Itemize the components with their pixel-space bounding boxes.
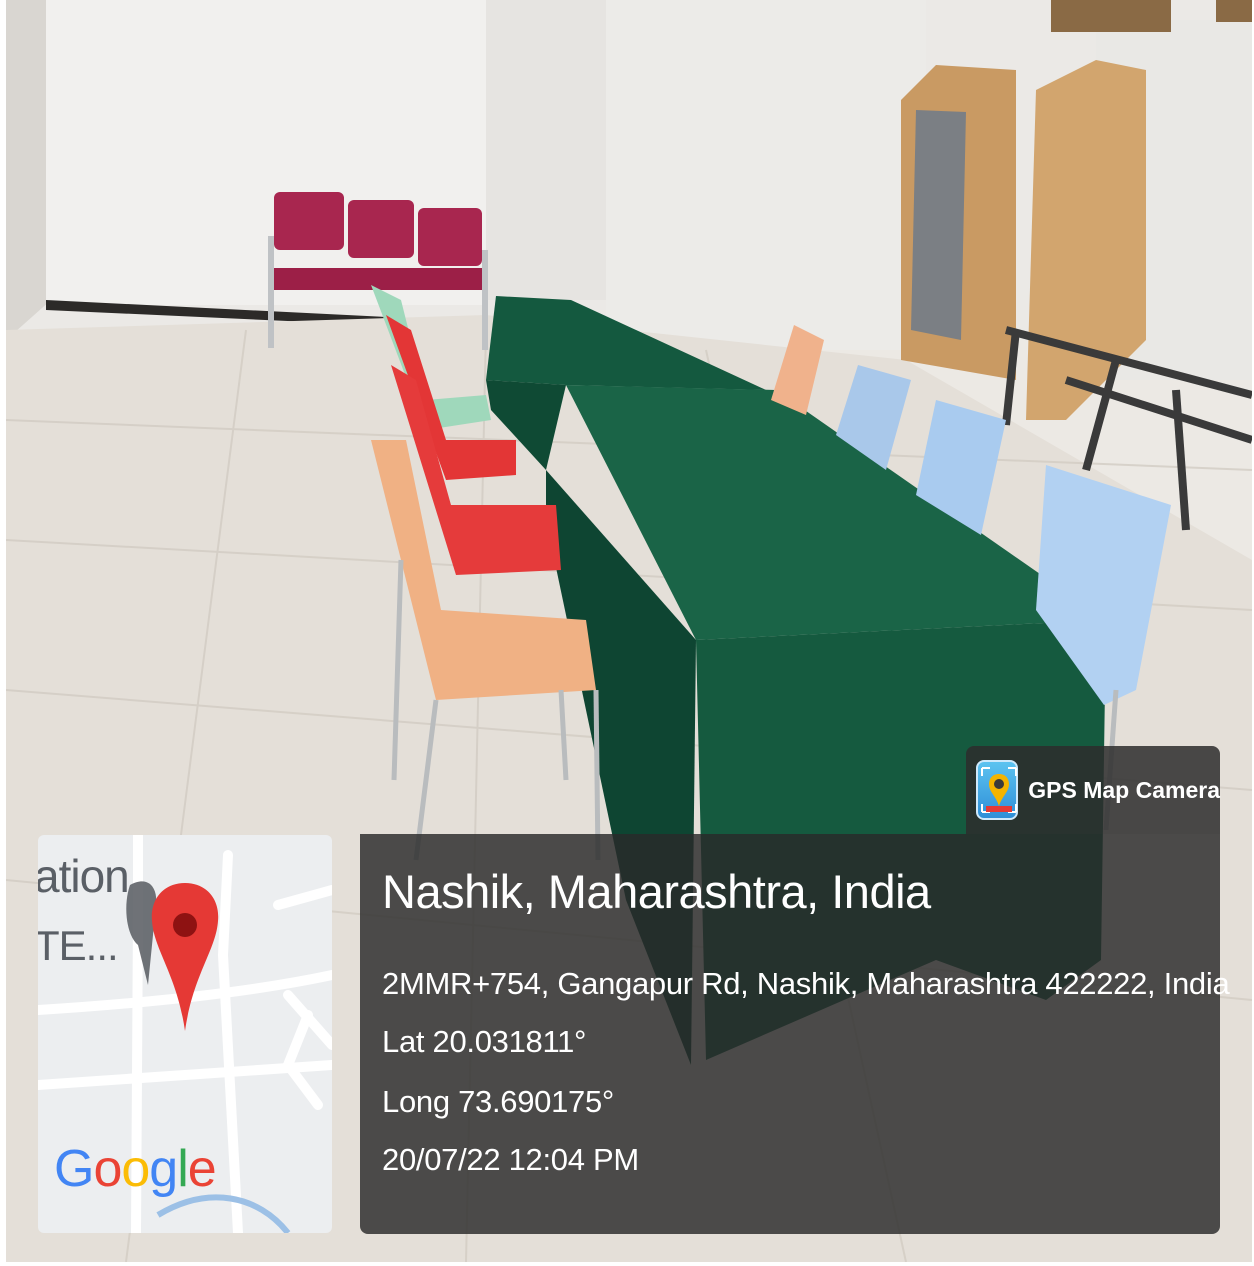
google-logo-letter: o — [121, 1140, 150, 1198]
google-logo-letter: l — [177, 1140, 189, 1198]
gps-map-camera-app-icon — [976, 760, 1019, 820]
google-logo-letter: e — [187, 1140, 217, 1198]
location-latitude: Lat 20.031811° — [382, 1024, 587, 1059]
map-thumbnail: ation TE... Google — [38, 835, 332, 1233]
location-longitude: Long 73.690175° — [382, 1084, 615, 1119]
gps-map-camera-label: GPS Map Camera — [1028, 776, 1220, 803]
location-info-panel: Nashik, Maharashtra, India 2MMR+754, Gan… — [360, 834, 1230, 1234]
google-logo-letter: G — [54, 1140, 94, 1198]
google-logo-text: Google — [54, 1140, 217, 1198]
location-address: 2MMR+754, Gangapur Rd, Nashik, Maharasht… — [382, 966, 1230, 1001]
google-logo-letter: o — [93, 1140, 122, 1198]
location-datetime: 20/07/22 12:04 PM — [382, 1142, 639, 1177]
google-logo-letter: g — [149, 1140, 178, 1198]
gps-map-camera-badge: GPS Map Camera — [966, 746, 1220, 834]
google-logo: Google — [54, 1140, 217, 1198]
location-title: Nashik, Maharashtra, India — [382, 865, 931, 918]
